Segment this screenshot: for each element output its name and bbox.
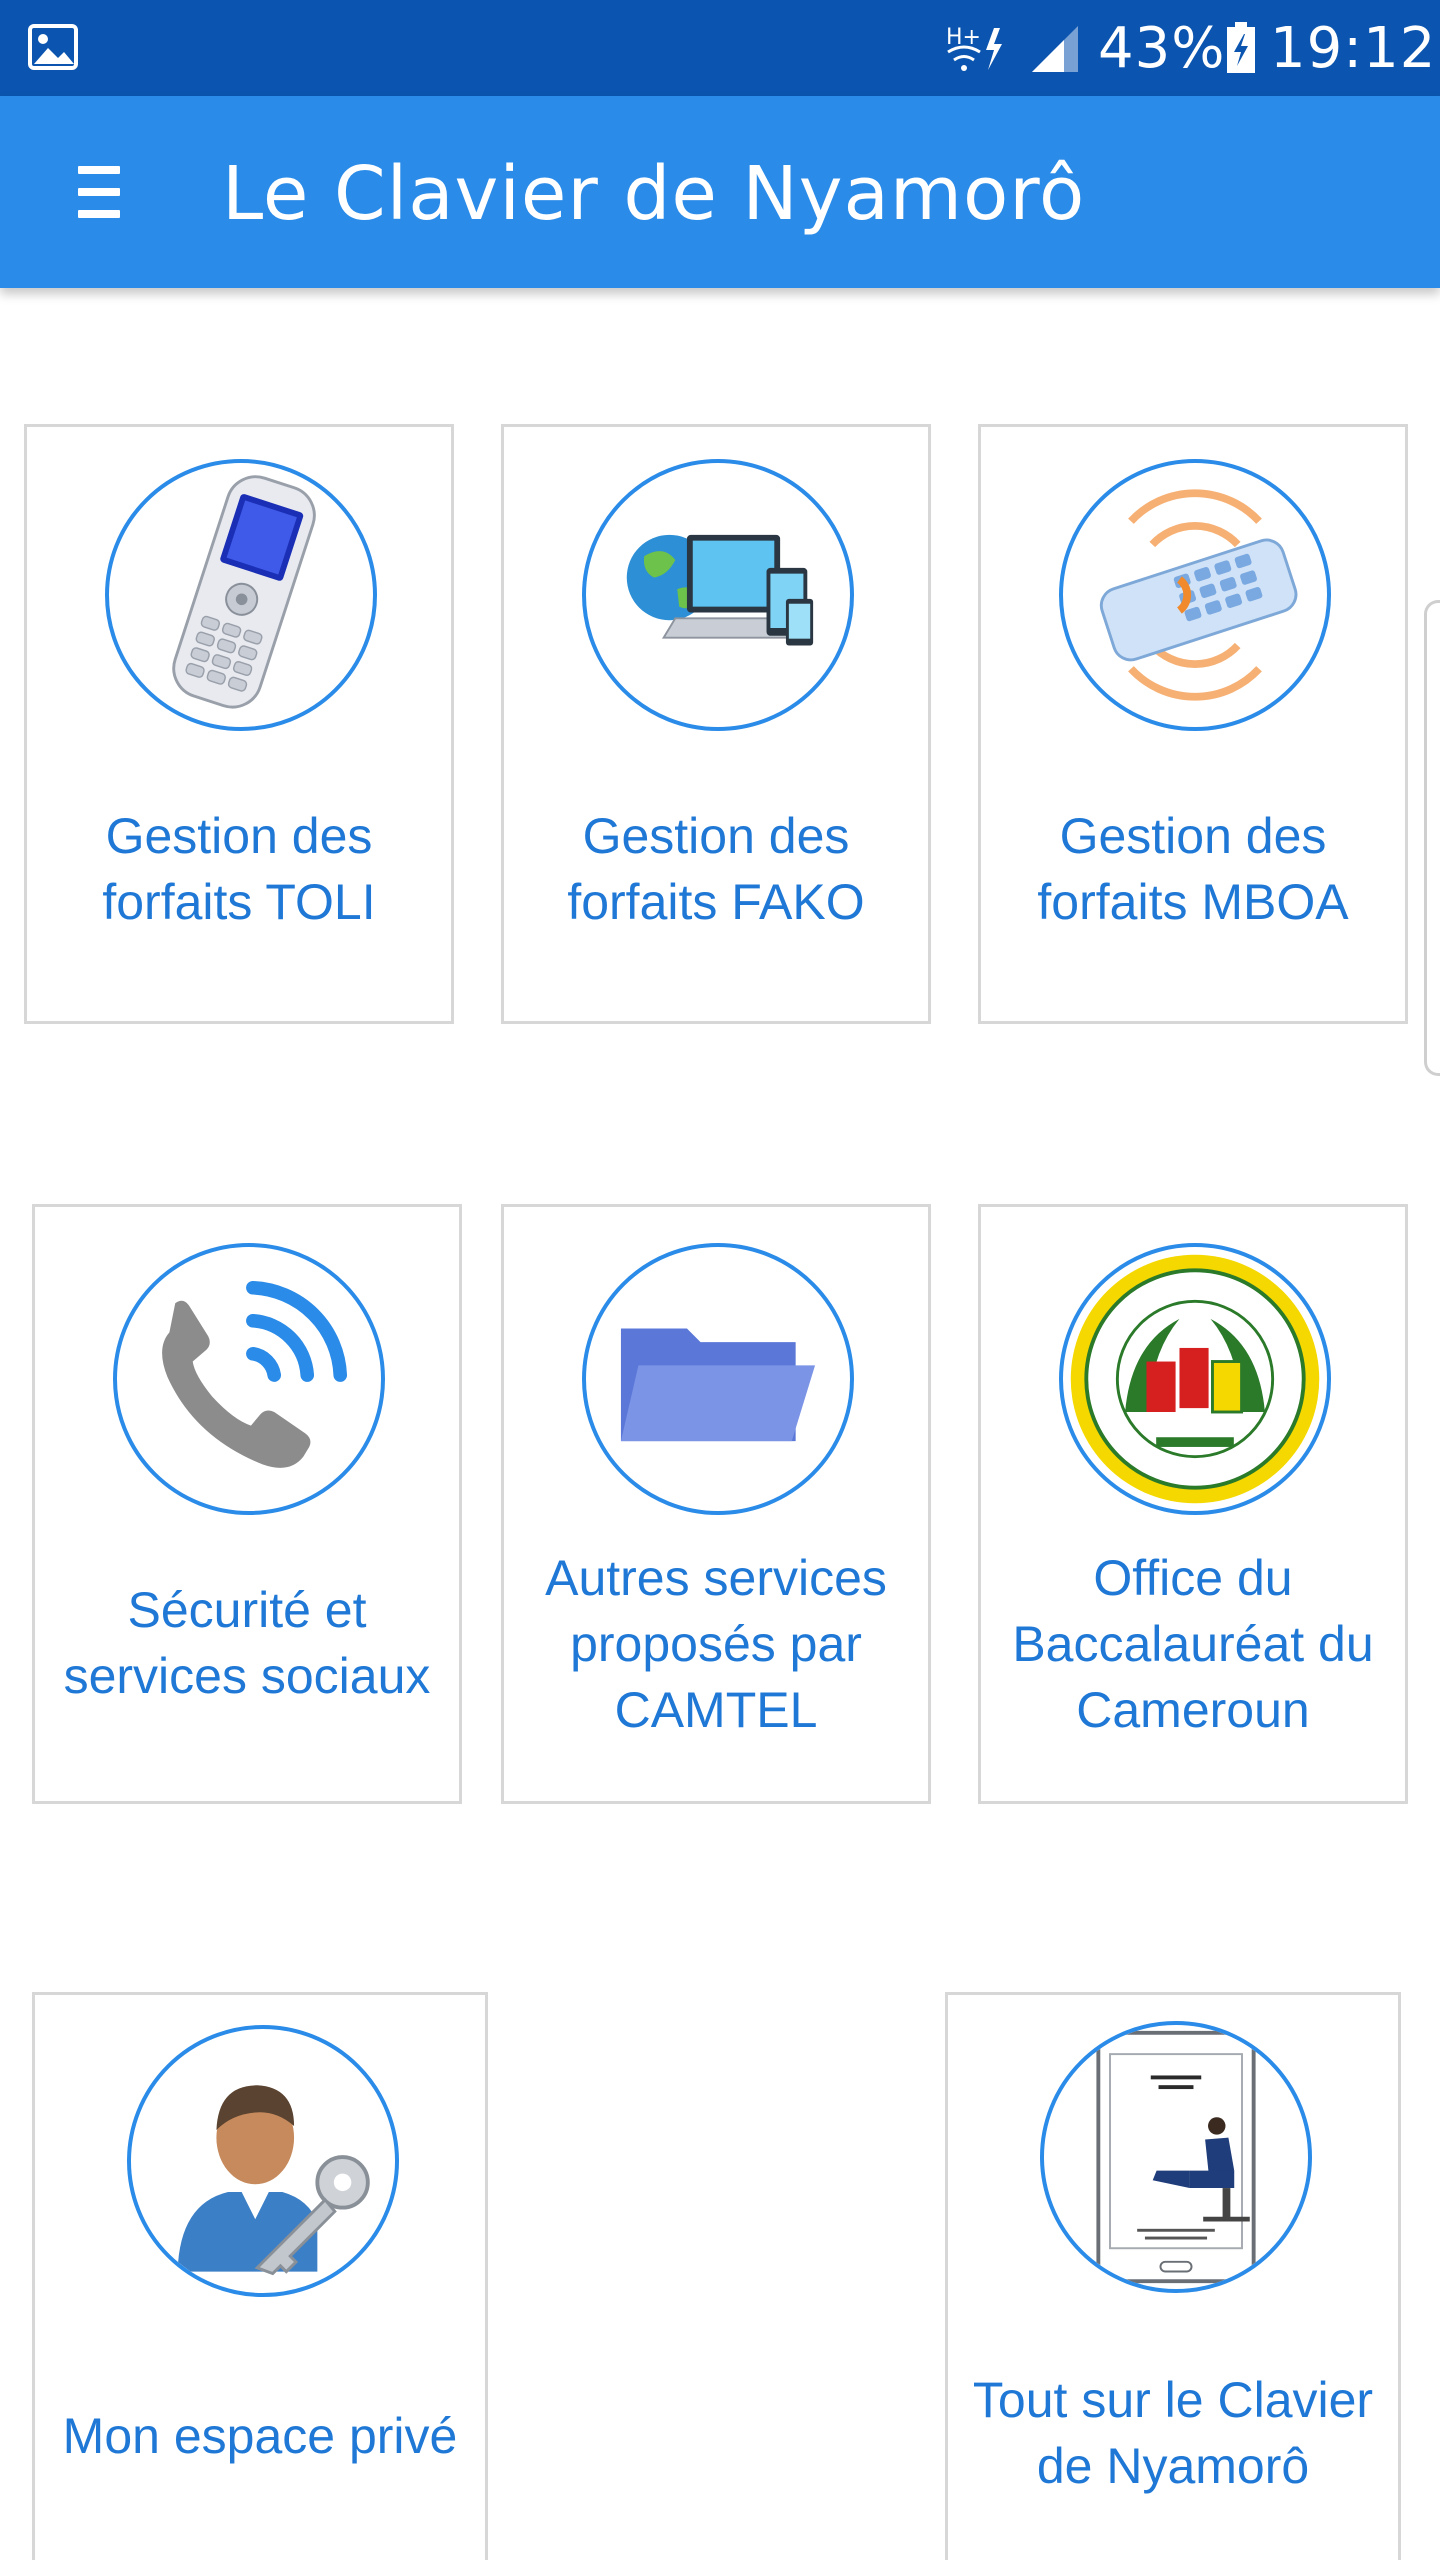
app-title: Le Clavier de Nyamorô xyxy=(222,151,1086,237)
tile-label: Office du Baccalauréat du Cameroun xyxy=(1012,1550,1374,1738)
hamburger-menu-icon[interactable] xyxy=(60,142,160,242)
gallery-icon xyxy=(28,24,78,70)
tile-toli[interactable]: Gestion des forfaits TOLI xyxy=(24,424,454,1024)
tile-securite[interactable]: Sécurité et services sociaux xyxy=(32,1204,462,1804)
battery-percent: 43% xyxy=(1098,16,1226,81)
scrollbar[interactable] xyxy=(1424,600,1440,1076)
app-phone-icon xyxy=(1040,2021,1312,2293)
tile-label: Gestion des forfaits FAKO xyxy=(567,808,865,930)
tile-label: Tout sur le Clavier de Nyamorô xyxy=(972,2372,1374,2494)
folder-icon xyxy=(582,1243,854,1515)
clock: 19:12 xyxy=(1270,16,1437,81)
tile-obc[interactable]: Office du Baccalauréat du Cameroun xyxy=(978,1204,1408,1804)
tile-label: Mon espace privé xyxy=(62,2408,458,2464)
tile-camtel[interactable]: Autres services proposés par CAMTEL xyxy=(501,1204,931,1804)
mobile-phone-icon xyxy=(105,459,377,731)
devices-globe-icon xyxy=(582,459,854,731)
phone-call-icon xyxy=(113,1243,385,1515)
tile-label: Gestion des forfaits MBOA xyxy=(1037,808,1349,930)
obc-seal-icon xyxy=(1059,1243,1331,1515)
user-key-icon xyxy=(127,2025,399,2297)
battery-charging-icon xyxy=(1227,22,1255,73)
tile-espace-prive[interactable]: Mon espace privé xyxy=(32,1992,488,2560)
network-h-plus-icon: H+ xyxy=(946,25,1002,71)
signal-icon xyxy=(1032,26,1078,72)
tile-label: Autres services proposés par CAMTEL xyxy=(545,1550,887,1738)
tile-fako[interactable]: Gestion des forfaits FAKO xyxy=(501,424,931,1024)
tile-label: Gestion des forfaits TOLI xyxy=(102,808,376,930)
tile-a-propos[interactable]: Tout sur le Clavier de Nyamorô xyxy=(945,1992,1401,2560)
wireless-keypad-icon xyxy=(1059,459,1331,731)
app-bar: Le Clavier de Nyamorô xyxy=(0,96,1440,288)
tile-mboa[interactable]: Gestion des forfaits MBOA xyxy=(978,424,1408,1024)
tile-label: Sécurité et services sociaux xyxy=(63,1582,431,1704)
status-bar: H+ 43% 19:12 xyxy=(0,0,1440,96)
